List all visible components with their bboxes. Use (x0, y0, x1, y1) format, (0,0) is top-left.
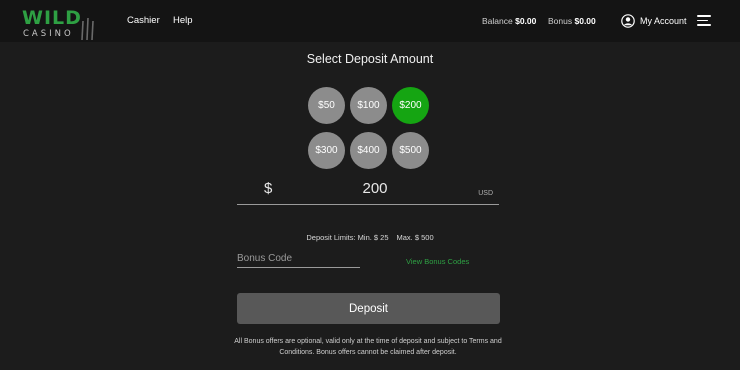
deposit-amount-input[interactable]: $ 200 USD (237, 176, 499, 205)
balance-value: $0.00 (515, 16, 537, 26)
bonus-label: Bonus (548, 16, 573, 26)
bonus-value: $0.00 (574, 16, 596, 26)
amount-chip-500[interactable]: $500 (392, 132, 429, 169)
limits-max: Max. $ 500 (396, 233, 434, 242)
logo-wordmark: WILD (22, 7, 82, 29)
amount-chip-50[interactable]: $50 (308, 87, 345, 124)
wild-casino-logo[interactable]: WILD CASINO (22, 7, 100, 41)
bonus-disclaimer: All Bonus offers are optional, valid onl… (234, 338, 502, 356)
my-account-button[interactable]: My Account (621, 13, 687, 29)
view-bonus-codes-link[interactable]: View Bonus Codes (406, 257, 469, 266)
limits-min: Min. $ 25 (357, 233, 389, 242)
amount-chip-300[interactable]: $300 (308, 132, 345, 169)
balance-display: Balance $0.00 (482, 16, 536, 26)
hamburger-menu-icon[interactable] (697, 15, 711, 26)
logo-subtitle: CASINO (23, 29, 74, 39)
limits-label: Deposit Limits: (306, 233, 356, 242)
amount-chip-200[interactable]: $200 (392, 87, 429, 124)
deposit-button[interactable]: Deposit (237, 293, 500, 324)
deposit-limits: Deposit Limits: Min. $ 25 Max. $ 500 (0, 233, 740, 242)
page-title: Select Deposit Amount (306, 52, 434, 66)
nav-help[interactable]: Help (173, 15, 193, 26)
balance-label: Balance (482, 16, 513, 26)
bonus-code-input[interactable]: Bonus Code (237, 251, 360, 268)
nav-cashier[interactable]: Cashier (127, 15, 160, 26)
bonus-display: Bonus $0.00 (548, 16, 596, 26)
my-account-label: My Account (640, 16, 687, 26)
user-icon (621, 14, 635, 28)
amount-chip-100[interactable]: $100 (350, 87, 387, 124)
amount-value[interactable]: 200 (237, 180, 513, 197)
amount-chip-400[interactable]: $400 (350, 132, 387, 169)
claw-marks-icon (81, 17, 94, 41)
top-header: WILD CASINO Cashier Help Balance $0.00 B… (0, 0, 740, 42)
currency-code: USD (478, 190, 493, 197)
